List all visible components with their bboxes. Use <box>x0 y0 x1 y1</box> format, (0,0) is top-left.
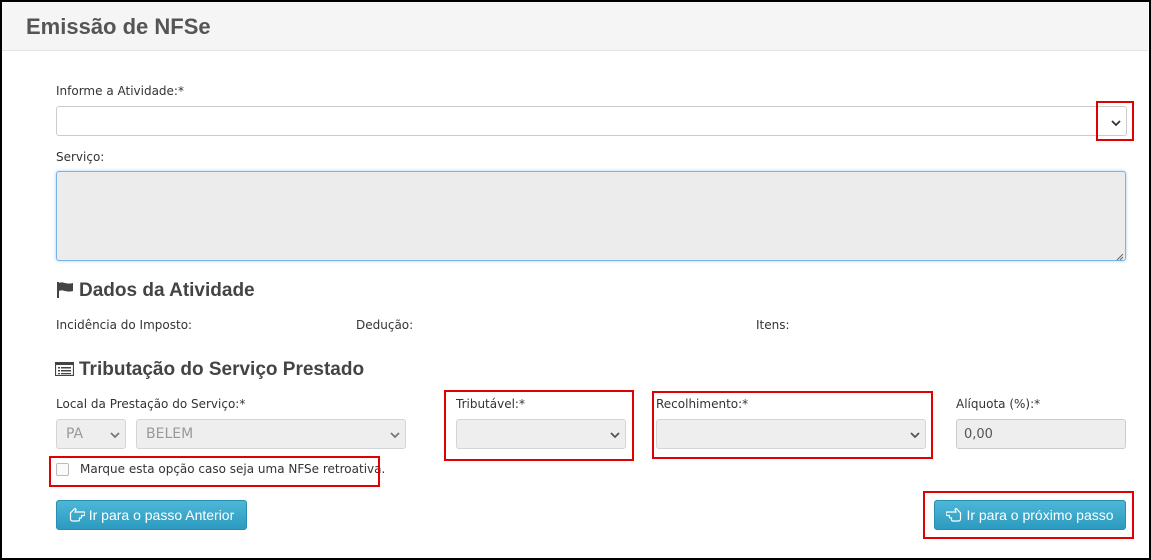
atividade-label: Informe a Atividade:* <box>56 84 184 98</box>
cidade-select[interactable]: BELEM <box>136 419 406 449</box>
hand-left-icon <box>69 508 86 522</box>
local-prestacao-label: Local da Prestação do Serviço:* <box>56 397 246 411</box>
highlight-atividade-dropdown <box>1096 101 1134 141</box>
flag-icon <box>56 282 74 301</box>
uf-value: PA <box>66 426 84 442</box>
dados-atividade-title: Dados da Atividade <box>79 280 255 301</box>
page-header: Emissão de NFSe <box>2 2 1148 51</box>
highlight-retroativa <box>49 456 380 487</box>
deducao-label: Dedução: <box>356 318 414 332</box>
cidade-value: BELEM <box>146 426 194 442</box>
aliquota-value: 0,00 <box>964 427 993 442</box>
page-title: Emissão de NFSe <box>26 14 211 39</box>
aliquota-label: Alíquota (%):* <box>956 397 1041 411</box>
previous-step-label: Ir para o passo Anterior <box>88 507 235 523</box>
tributacao-title: Tributação do Serviço Prestado <box>79 359 365 380</box>
highlight-tributavel <box>444 390 634 461</box>
itens-label: Itens: <box>756 318 790 332</box>
atividade-select[interactable] <box>56 106 1127 136</box>
servico-label: Serviço: <box>56 150 105 164</box>
uf-select[interactable]: PA <box>56 419 126 449</box>
servico-textarea[interactable] <box>56 171 1126 261</box>
list-icon <box>54 361 75 379</box>
incidencia-label: Incidência do Imposto: <box>56 318 193 332</box>
chevron-down-icon <box>389 429 401 441</box>
chevron-down-icon <box>109 429 121 441</box>
aliquota-input[interactable]: 0,00 <box>956 419 1126 449</box>
highlight-recolhimento <box>652 391 933 459</box>
resize-handle-icon[interactable] <box>1115 250 1124 261</box>
highlight-next-step <box>923 491 1134 539</box>
previous-step-button[interactable]: Ir para o passo Anterior <box>56 500 247 530</box>
